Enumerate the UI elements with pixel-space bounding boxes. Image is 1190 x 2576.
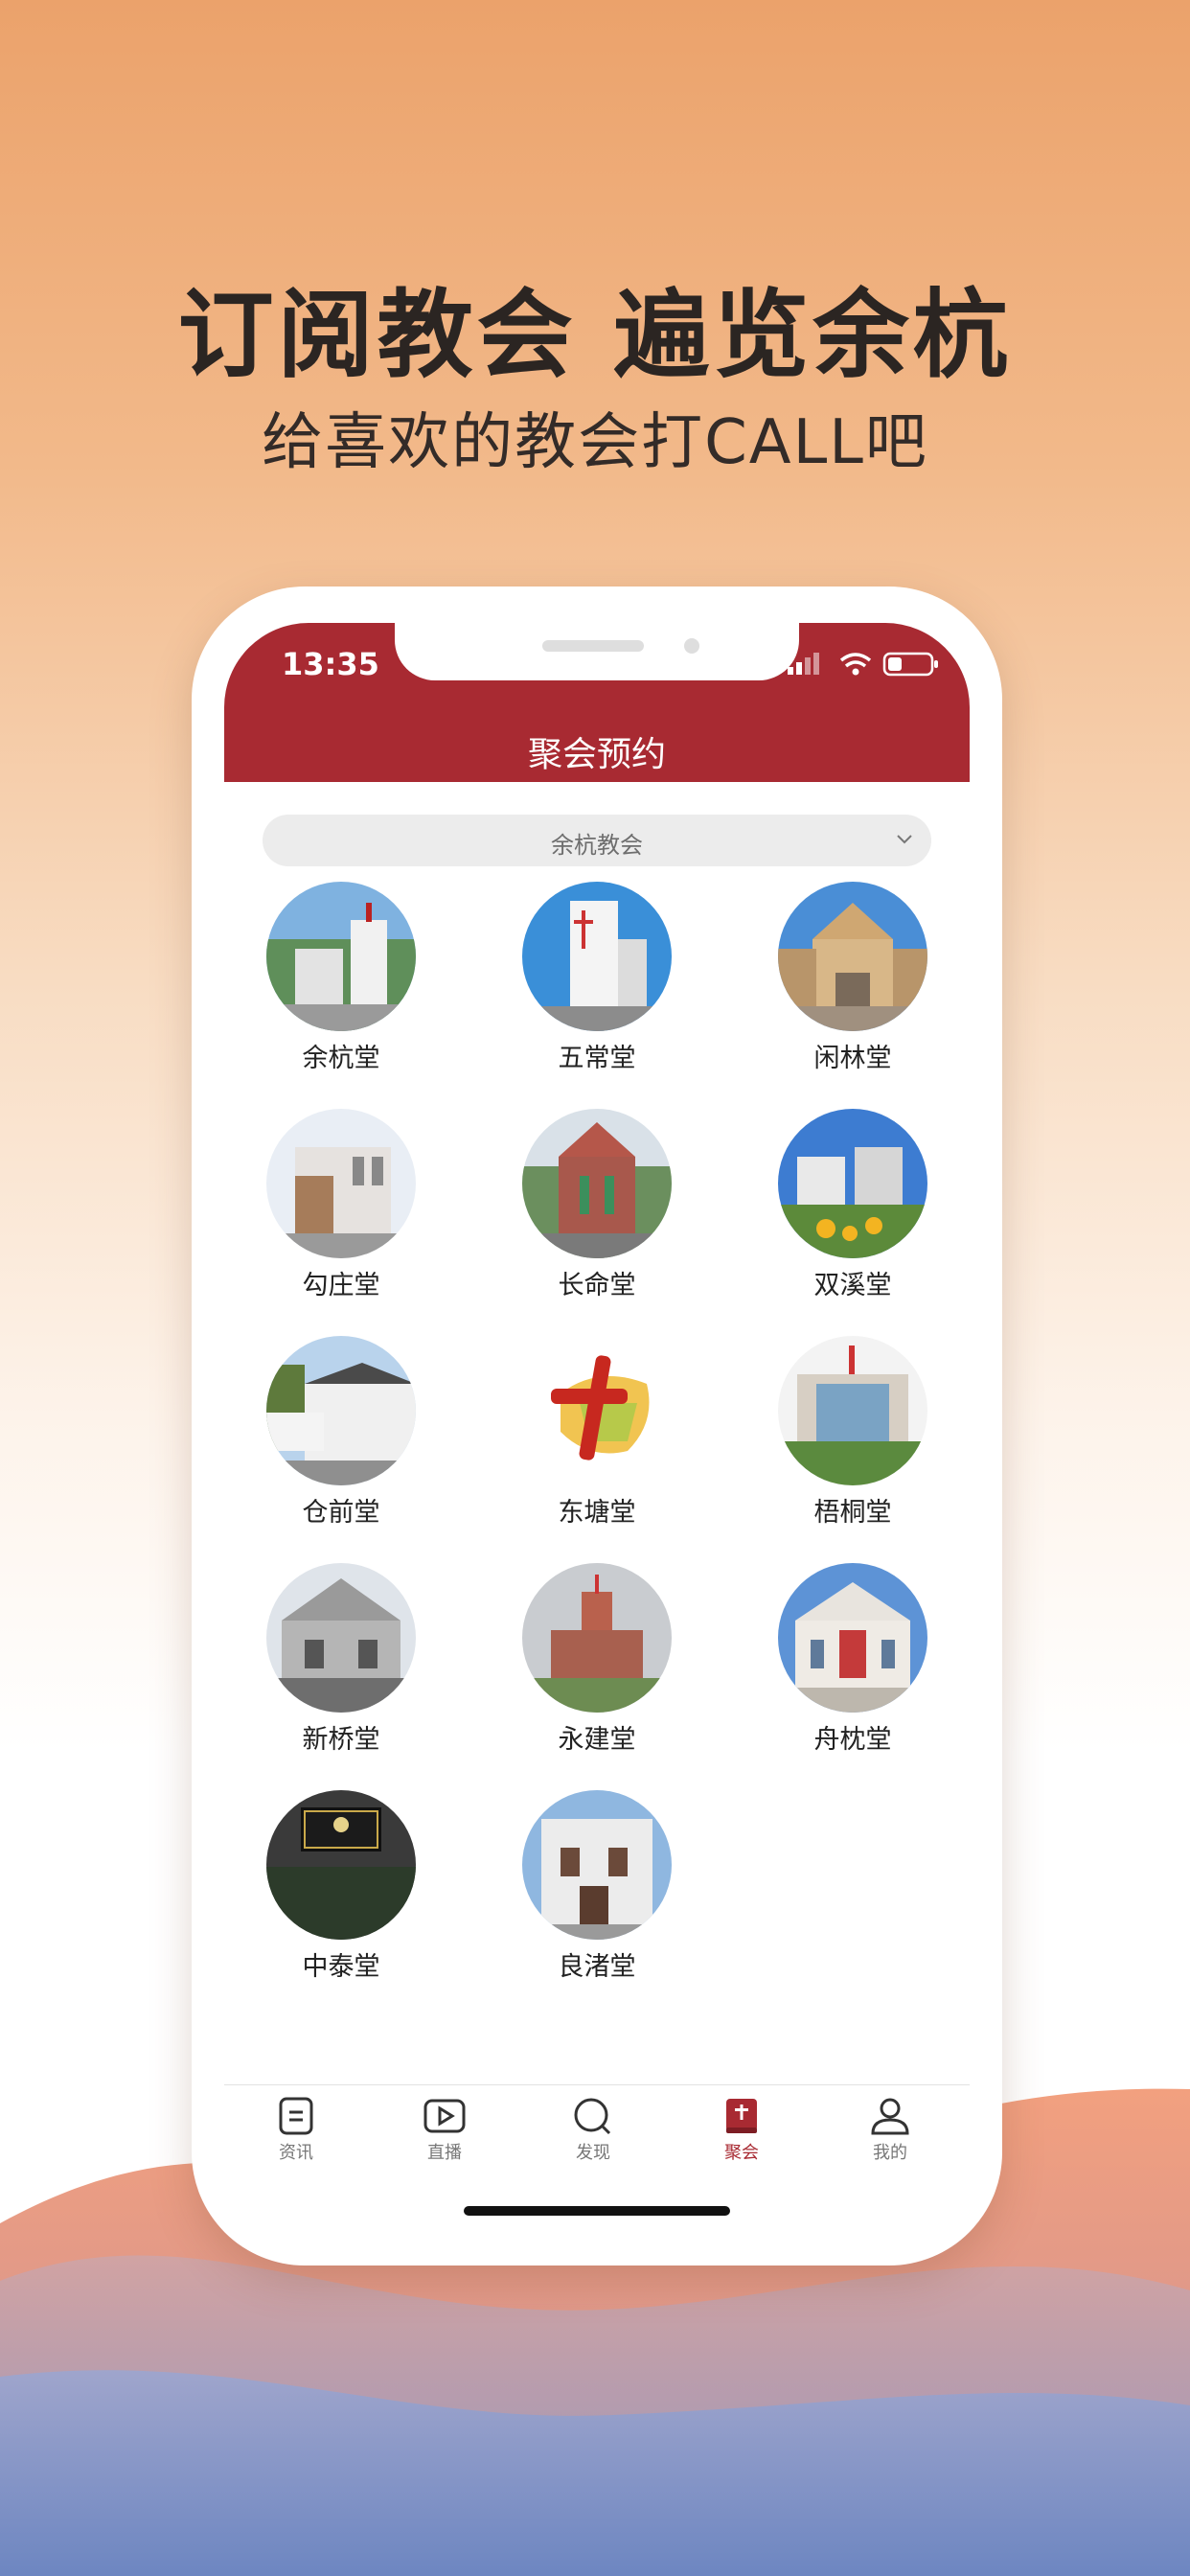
church-item[interactable]: 新桥堂 (245, 1563, 437, 1755)
church-filter-dropdown[interactable]: 余杭教会 (263, 815, 931, 866)
tab-discover[interactable]: 发现 (536, 2097, 651, 2177)
church-photo (266, 1790, 416, 1940)
tab-profile[interactable]: 我的 (833, 2097, 948, 2177)
dropdown-selected-value: 余杭教会 (551, 832, 643, 859)
church-item[interactable]: 五常堂 (501, 882, 693, 1073)
church-name: 余杭堂 (302, 1044, 380, 1073)
promo-headline: 订阅教会 遍览余杭 (177, 279, 1013, 391)
discover-icon (574, 2098, 611, 2135)
status-icons (788, 652, 938, 677)
play-icon (423, 2099, 466, 2133)
gathering-icon (726, 2099, 757, 2133)
church-item[interactable]: 舟枕堂 (757, 1563, 949, 1755)
church-item[interactable]: 永建堂 (501, 1563, 693, 1755)
church-item[interactable]: 闲林堂 (757, 882, 949, 1073)
church-item[interactable]: 梧桐堂 (757, 1336, 949, 1528)
church-name: 良渚堂 (558, 1952, 636, 1982)
speaker-grille (542, 640, 644, 652)
church-item[interactable]: 良渚堂 (501, 1790, 693, 1982)
signal-icon (788, 653, 819, 675)
church-name: 仓前堂 (302, 1498, 380, 1528)
chevron-down-icon (897, 835, 912, 844)
church-photo (522, 882, 672, 1031)
church-item[interactable]: 东塘堂 (501, 1336, 693, 1528)
church-logo (522, 1336, 672, 1485)
church-item[interactable]: 中泰堂 (245, 1790, 437, 1982)
church-name: 永建堂 (558, 1725, 636, 1755)
church-photo (266, 882, 416, 1031)
status-time: 13:35 (282, 646, 379, 682)
home-indicator[interactable] (464, 2206, 730, 2216)
news-icon (279, 2097, 313, 2135)
church-photo (778, 882, 927, 1031)
page-title: 聚会预约 (527, 735, 666, 774)
wifi-icon (839, 653, 872, 676)
promo-subline: 给喜欢的教会打CALL吧 (262, 407, 928, 478)
church-photo (778, 1109, 927, 1258)
church-name: 新桥堂 (302, 1725, 380, 1755)
profile-icon (871, 2098, 909, 2135)
front-camera (684, 638, 699, 654)
church-item[interactable]: 余杭堂 (245, 882, 437, 1073)
church-photo (266, 1109, 416, 1258)
church-name: 舟枕堂 (813, 1725, 892, 1755)
church-item[interactable]: 双溪堂 (757, 1109, 949, 1300)
tab-live[interactable]: 直播 (387, 2097, 502, 2177)
phone-frame: 13:35 聚会预约 余杭教会 余杭堂 五常堂 闲林堂 勾庄堂 长命堂 双溪堂 … (192, 586, 1002, 2266)
tab-news[interactable]: 资讯 (239, 2097, 354, 2177)
tab-label: 发现 (576, 2143, 610, 2163)
church-name: 五常堂 (558, 1044, 636, 1073)
tab-label: 我的 (873, 2143, 907, 2163)
church-photo (266, 1563, 416, 1713)
church-name: 梧桐堂 (813, 1498, 892, 1528)
phone-notch (395, 623, 799, 680)
tab-label: 资讯 (279, 2143, 313, 2163)
church-photo (522, 1563, 672, 1713)
bottom-tab-bar: 资讯 直播 发现 聚会 我的 (224, 2084, 970, 2181)
tab-label: 聚会 (724, 2143, 759, 2163)
tab-gathering[interactable]: 聚会 (684, 2097, 799, 2177)
app-screen: 13:35 聚会预约 余杭教会 余杭堂 五常堂 闲林堂 勾庄堂 长命堂 双溪堂 … (224, 623, 970, 2225)
church-photo (522, 1109, 672, 1258)
church-name: 勾庄堂 (302, 1271, 380, 1300)
app-header: 13:35 聚会预约 (224, 623, 970, 782)
church-item[interactable]: 仓前堂 (245, 1336, 437, 1528)
church-item[interactable]: 勾庄堂 (245, 1109, 437, 1300)
church-name: 中泰堂 (302, 1952, 380, 1982)
battery-icon (882, 652, 938, 677)
church-photo (266, 1336, 416, 1485)
church-name: 闲林堂 (813, 1044, 892, 1073)
tab-label: 直播 (427, 2143, 462, 2163)
church-name: 东塘堂 (558, 1498, 636, 1528)
church-item[interactable]: 长命堂 (501, 1109, 693, 1300)
church-photo (778, 1563, 927, 1713)
church-name: 长命堂 (558, 1271, 636, 1300)
church-photo (778, 1336, 927, 1485)
church-name: 双溪堂 (813, 1271, 892, 1300)
church-photo (522, 1790, 672, 1940)
